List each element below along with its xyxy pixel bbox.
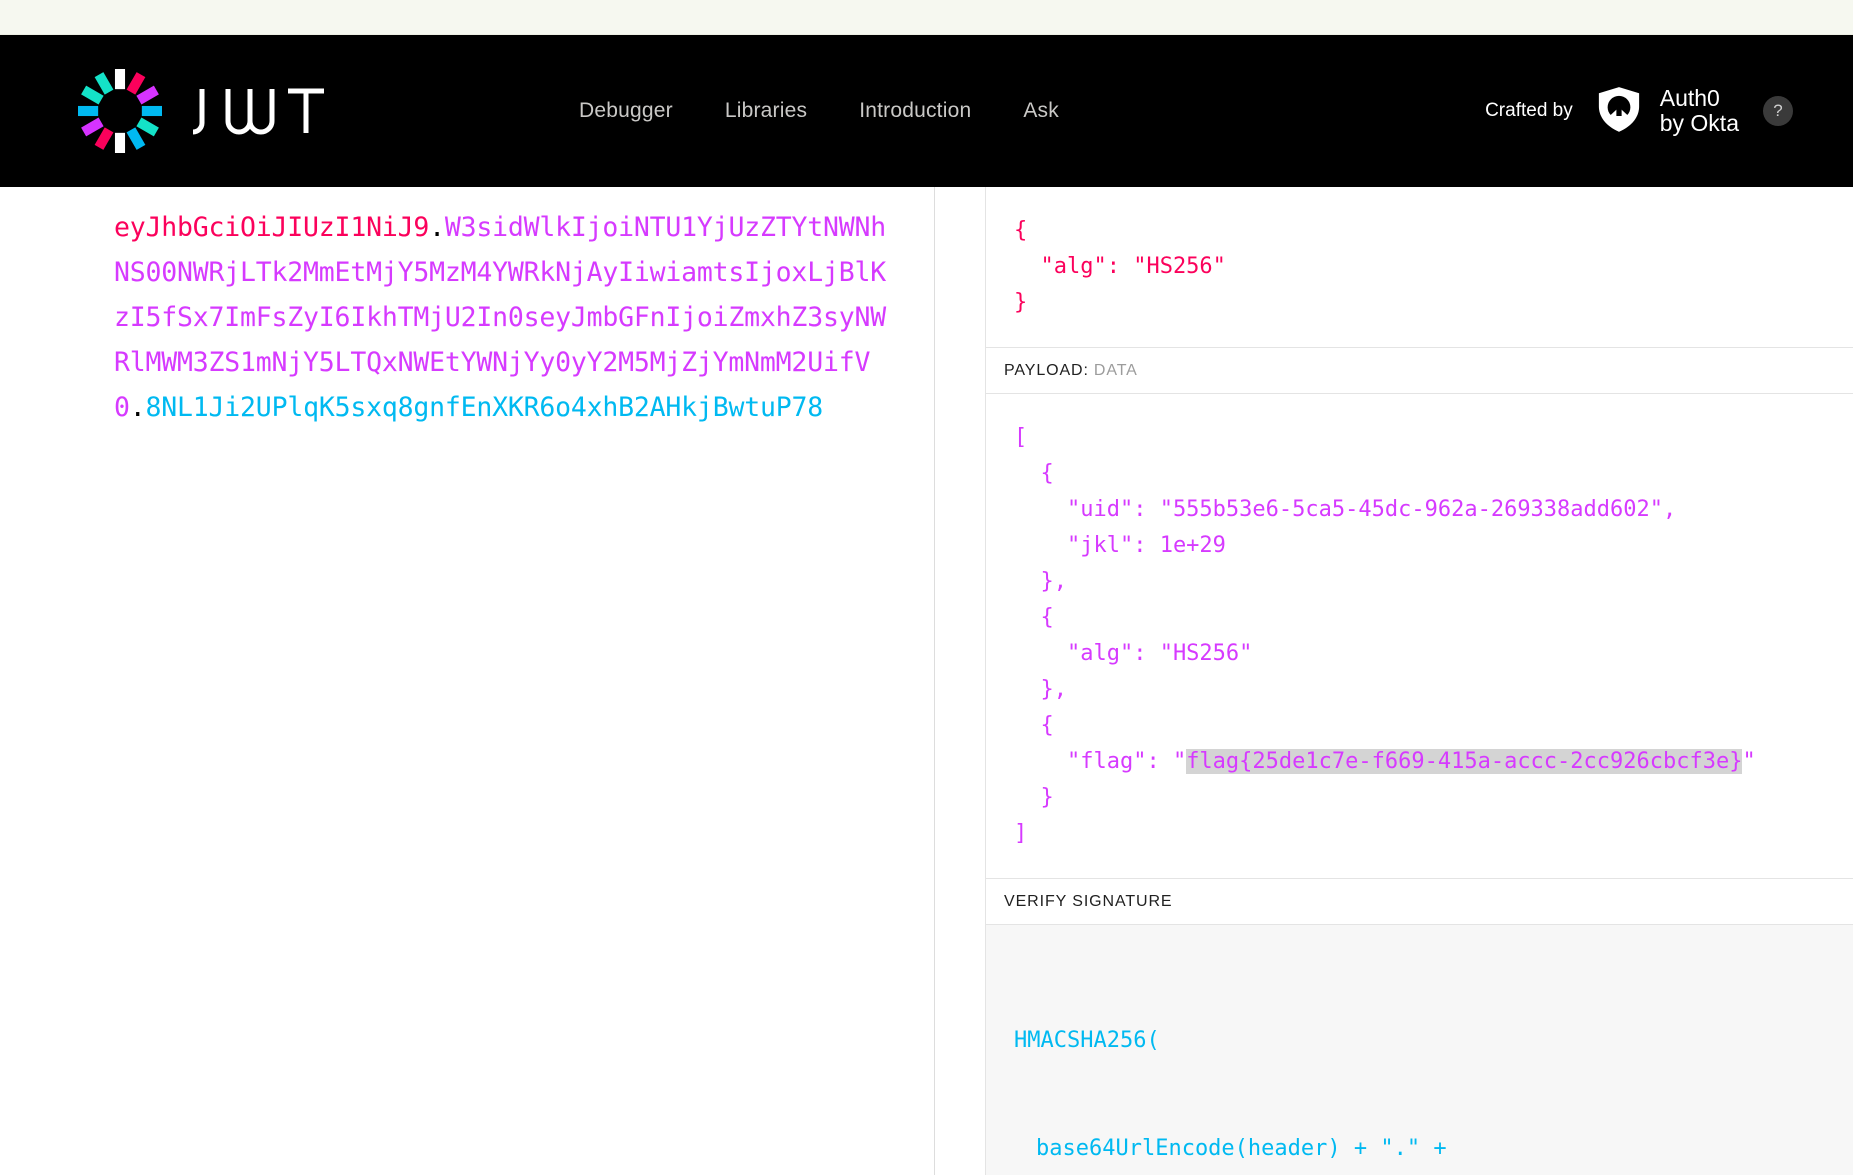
encoded-token-column[interactable]: eyJhbGciOiJIUzI1NiJ9.W3sidWlkIjoiNTU1YjU… bbox=[0, 187, 935, 1175]
payload-flag-value-highlighted[interactable]: flag{25de1c7e-f669-415a-accc-2cc926cbcf3… bbox=[1186, 749, 1743, 774]
auth0-name-line1: Auth0 bbox=[1659, 85, 1720, 112]
help-icon[interactable]: ? bbox=[1763, 96, 1793, 126]
payload-text-before-flag: [ { "uid": "555b53e6-5ca5-45dc-962a-2693… bbox=[1014, 425, 1677, 774]
auth0-shield-icon bbox=[1591, 81, 1647, 142]
nav-link-ask[interactable]: Ask bbox=[1023, 99, 1059, 123]
decoded-column: { "alg": "HS256" } PAYLOAD: DATA [ { "uid… bbox=[985, 187, 1853, 1175]
nav-link-introduction[interactable]: Introduction bbox=[859, 99, 971, 123]
auth0-name: Auth0 by Okta bbox=[1660, 86, 1739, 136]
verify-signature-pane: HMACSHA256( base64UrlEncode(header) + ".… bbox=[986, 925, 1853, 1175]
brand-logo[interactable] bbox=[78, 69, 334, 153]
verify-signature-label: VERIFY SIGNATURE bbox=[986, 878, 1853, 925]
top-accent-strip bbox=[0, 0, 1853, 35]
site-header: Debugger Libraries Introduction Ask Craf… bbox=[0, 35, 1853, 187]
debugger-workspace: eyJhbGciOiJIUzI1NiJ9.W3sidWlkIjoiNTU1YjU… bbox=[0, 187, 1853, 1175]
encoded-token-text[interactable]: eyJhbGciOiJIUzI1NiJ9.W3sidWlkIjoiNTU1YjU… bbox=[114, 205, 890, 430]
jwt-starburst-logo-icon bbox=[78, 69, 162, 153]
jwt-wordmark bbox=[184, 83, 334, 139]
sig-line-hmac: HMACSHA256( bbox=[1014, 1028, 1160, 1053]
nav-link-libraries[interactable]: Libraries bbox=[725, 99, 807, 123]
decoded-payload-pane[interactable]: [ { "uid": "555b53e6-5ca5-45dc-962a-2693… bbox=[986, 394, 1853, 878]
sig-line-header-encode: base64UrlEncode(header) + "." + bbox=[1036, 1136, 1447, 1161]
token-separator-2: . bbox=[129, 392, 146, 423]
decoded-header-pane[interactable]: { "alg": "HS256" } bbox=[986, 187, 1853, 347]
payload-label-muted: DATA bbox=[1093, 362, 1138, 379]
payload-label-text: PAYLOAD: bbox=[1004, 362, 1089, 379]
token-header-segment: eyJhbGciOiJIUzI1NiJ9 bbox=[114, 212, 430, 243]
main-navigation: Debugger Libraries Introduction Ask bbox=[579, 99, 1059, 123]
crafted-by-label: Crafted by bbox=[1485, 100, 1573, 121]
token-separator-1: . bbox=[429, 212, 445, 243]
token-signature-segment: 8NL1Ji2UPlqK5sxq8gnfEnXKR6o4xhB2AHkjBwtu… bbox=[145, 392, 824, 423]
nav-link-debugger[interactable]: Debugger bbox=[579, 99, 673, 123]
auth0-name-line2: by Okta bbox=[1659, 110, 1739, 136]
payload-section-label: PAYLOAD: DATA bbox=[986, 347, 1853, 394]
header-right-section: Crafted by Auth0 by Okta ? bbox=[1485, 81, 1793, 142]
auth0-lockup[interactable]: Auth0 by Okta bbox=[1591, 81, 1739, 142]
